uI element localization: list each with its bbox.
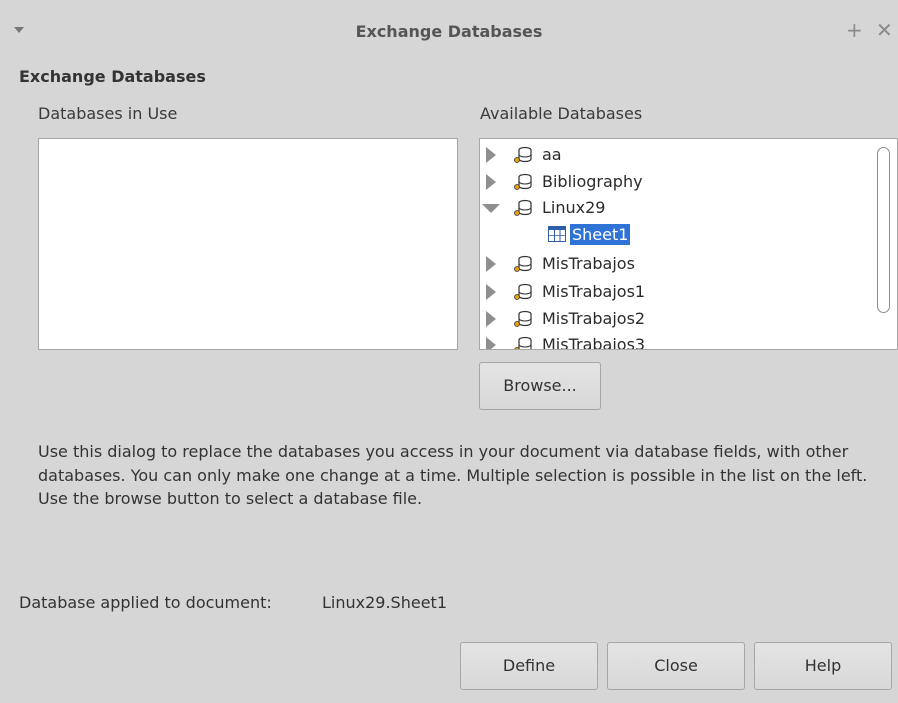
pin-icon[interactable]: + xyxy=(846,19,863,41)
close-window-icon[interactable]: ✕ xyxy=(876,19,893,41)
browse-button[interactable]: Browse... xyxy=(479,362,601,410)
tree-item-linux29[interactable]: Linux29 xyxy=(480,195,870,222)
help-text-paragraph: Use this dialog to replace the databases… xyxy=(38,442,868,485)
tree-item-aa[interactable]: aa xyxy=(480,142,870,169)
tree-item-label: Bibliography xyxy=(542,172,643,191)
expand-arrow-icon[interactable] xyxy=(486,256,496,272)
database-icon xyxy=(514,310,532,327)
close-button[interactable]: Close xyxy=(607,642,745,690)
applied-database-value: Linux29.Sheet1 xyxy=(322,593,447,612)
databases-in-use-list[interactable] xyxy=(38,138,458,350)
database-icon xyxy=(514,255,532,272)
available-databases-label: Available Databases xyxy=(480,104,643,123)
expand-arrow-icon[interactable] xyxy=(486,147,496,163)
help-text: Use this dialog to replace the databases… xyxy=(38,440,888,511)
tree-scrollbar[interactable] xyxy=(877,147,890,313)
tree-item-mistrabajos3[interactable]: MisTrabajos3 xyxy=(480,332,870,350)
database-icon xyxy=(514,199,532,216)
collapse-arrow-icon[interactable] xyxy=(482,204,500,213)
table-icon xyxy=(548,226,566,242)
section-heading: Exchange Databases xyxy=(19,67,206,86)
available-databases-tree[interactable]: aa Bibliography Linux29 Sheet1 MisTrabaj… xyxy=(479,138,898,350)
tree-item-label: Linux29 xyxy=(542,198,606,217)
database-icon xyxy=(514,336,532,349)
tree-item-mistrabajos1[interactable]: MisTrabajos1 xyxy=(480,279,870,306)
tree-item-label: aa xyxy=(542,145,562,164)
exchange-databases-dialog: Exchange Databases + ✕ Exchange Database… xyxy=(0,0,898,703)
define-button[interactable]: Define xyxy=(460,642,598,690)
tree-item-label: MisTrabajos1 xyxy=(542,282,646,301)
title-bar: Exchange Databases + ✕ xyxy=(0,0,898,62)
help-text-paragraph: Use the browse button to select a databa… xyxy=(38,489,423,508)
help-button[interactable]: Help xyxy=(754,642,892,690)
applied-database-label: Database applied to document: xyxy=(19,593,272,612)
tree-item-mistrabajos[interactable]: MisTrabajos xyxy=(480,251,870,278)
tree-item-label: MisTrabajos3 xyxy=(542,335,646,350)
tree-item-label: Sheet1 xyxy=(570,224,631,245)
tree-item-sheet1[interactable]: Sheet1 xyxy=(480,222,870,249)
databases-in-use-label: Databases in Use xyxy=(38,104,178,123)
tree-item-mistrabajos2[interactable]: MisTrabajos2 xyxy=(480,306,870,333)
expand-arrow-icon[interactable] xyxy=(486,337,496,349)
tree-item-bibliography[interactable]: Bibliography xyxy=(480,169,870,196)
expand-arrow-icon[interactable] xyxy=(486,174,496,190)
database-icon xyxy=(514,283,532,300)
database-icon xyxy=(514,146,532,163)
tree-item-label: MisTrabajos xyxy=(542,254,635,273)
window-title: Exchange Databases xyxy=(355,22,543,41)
tree-item-label: MisTrabajos2 xyxy=(542,309,646,328)
expand-arrow-icon[interactable] xyxy=(486,311,496,327)
expand-arrow-icon[interactable] xyxy=(486,284,496,300)
database-icon xyxy=(514,173,532,190)
